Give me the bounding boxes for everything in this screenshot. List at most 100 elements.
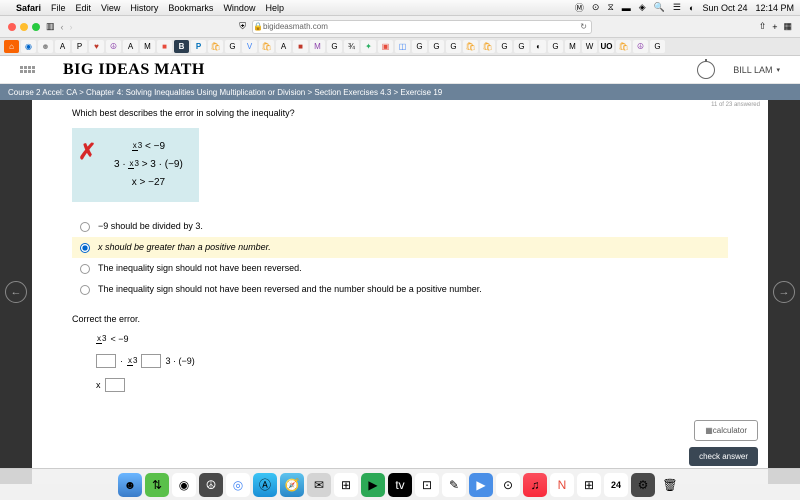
tab-icon[interactable]: G [548,40,563,53]
control-icon[interactable]: ☰ [673,2,681,13]
dock-icon[interactable]: ⊡ [415,473,439,497]
address-bar[interactable]: 🔒 bigideasmath.com ↻ [252,20,592,34]
tab-icon[interactable]: ◉ [21,40,36,53]
check-answer-button[interactable]: check answer [689,447,758,466]
dock-icon[interactable]: ☮ [199,473,223,497]
maximize-window[interactable] [32,23,40,31]
tab-icon[interactable]: G [327,40,342,53]
minimize-window[interactable] [20,23,28,31]
dock-icon[interactable]: ⊙ [496,473,520,497]
tab-icon[interactable]: ¾ [344,40,359,53]
tab-icon-active[interactable]: B [174,40,189,53]
new-tab-icon[interactable]: + [772,22,777,32]
menubar-date[interactable]: Sun Oct 24 [702,3,747,13]
tab-icon[interactable]: 🛍 [616,40,631,53]
reload-icon[interactable]: ↻ [580,22,591,31]
tab-icon[interactable]: P [191,40,206,53]
forward-button[interactable]: › [70,22,73,32]
share-icon[interactable]: ⇧ [759,21,767,32]
menu-help[interactable]: Help [265,3,284,13]
tab-icon[interactable]: A [123,40,138,53]
tab-icon[interactable]: M [140,40,155,53]
prev-button[interactable]: ← [5,281,27,303]
app-name[interactable]: Safari [16,3,41,13]
tab-icon[interactable]: A [55,40,70,53]
back-button[interactable]: ‹ [61,22,64,32]
tab-icon[interactable]: A [276,40,291,53]
news-icon[interactable]: N [550,473,574,497]
tab-icon[interactable]: V [242,40,257,53]
answer-input[interactable] [105,378,125,392]
dock-icon[interactable]: ⇅ [145,473,169,497]
option-c[interactable]: The inequality sign should not have been… [72,258,728,279]
tab-icon[interactable]: G [446,40,461,53]
chrome-icon[interactable]: ◎ [226,473,250,497]
tab-icon[interactable]: G [225,40,240,53]
menu-window[interactable]: Window [223,3,255,13]
tab-icon[interactable]: W [582,40,597,53]
settings-icon[interactable]: ⚙ [631,473,655,497]
next-button[interactable]: → [773,281,795,303]
dock-icon[interactable]: ◉ [172,473,196,497]
answer-input[interactable] [141,354,161,368]
tab-icon[interactable]: ☮ [106,40,121,53]
tab-icon[interactable]: G [429,40,444,53]
tab-icon[interactable]: M [565,40,580,53]
sidebar-icon[interactable]: ▥ [46,21,55,32]
dock-icon[interactable]: ✉ [307,473,331,497]
tab-icon[interactable]: 🛍 [480,40,495,53]
tabs-icon[interactable]: ▦ [784,21,793,32]
tab-icon[interactable]: 🛍 [259,40,274,53]
apps-icon[interactable] [20,66,35,73]
siri-icon[interactable]: ◐ [689,3,694,13]
tab-icon[interactable]: G [497,40,512,53]
option-d[interactable]: The inequality sign should not have been… [72,279,728,300]
tab-icon[interactable]: ■ [157,40,172,53]
tab-icon[interactable]: ◫ [395,40,410,53]
facetime-icon[interactable]: ▶ [361,473,385,497]
calculator-button[interactable]: ▦calculator [694,420,758,441]
option-a[interactable]: −9 should be divided by 3. [72,216,728,237]
menu-view[interactable]: View [101,3,120,13]
dock-icon[interactable]: ⊞ [334,473,358,497]
tab-icon[interactable]: ☮ [633,40,648,53]
user-menu[interactable]: BILL LAM ▾ [733,65,780,75]
brand-logo[interactable]: BIG IDEAS MATH [63,61,205,79]
tab-icon[interactable]: ◐ [531,40,546,53]
calendar-icon[interactable]: 24 [604,473,628,497]
menu-bookmarks[interactable]: Bookmarks [168,3,213,13]
timer-icon[interactable] [697,61,715,79]
dock-icon[interactable]: ⊞ [577,473,601,497]
dock-icon[interactable]: ✎ [442,473,466,497]
trash-icon[interactable]: 🗑 [658,473,682,497]
answer-input[interactable] [96,354,116,368]
close-window[interactable] [8,23,16,31]
tab-icon[interactable]: ☻ [38,40,53,53]
music-icon[interactable]: ♫ [523,473,547,497]
tab-icon[interactable]: P [72,40,87,53]
app-store-icon[interactable]: Ⓐ [253,473,277,497]
tab-icon[interactable]: G [412,40,427,53]
menu-edit[interactable]: Edit [76,3,92,13]
tab-icon[interactable]: 🛍 [463,40,478,53]
tab-icon[interactable]: UO [599,40,614,53]
tab-icon[interactable]: ♥ [89,40,104,53]
finder-icon[interactable]: ☻ [118,473,142,497]
menu-history[interactable]: History [130,3,158,13]
tab-icon[interactable]: G [514,40,529,53]
shield-icon[interactable]: ⛨ [239,21,246,32]
zoom-icon[interactable]: ▶ [469,473,493,497]
safari-icon[interactable]: 🧭 [280,473,304,497]
tab-icon[interactable]: 🛍 [208,40,223,53]
option-b[interactable]: x should be greater than a positive numb… [72,237,728,258]
menubar-time[interactable]: 12:14 PM [755,3,794,13]
tab-icon[interactable]: ■ [293,40,308,53]
search-icon[interactable]: 🔍 [654,2,665,13]
tab-icon[interactable]: G [650,40,665,53]
tab-icon[interactable]: ✦ [361,40,376,53]
tab-icon[interactable]: M [310,40,325,53]
tab-icon[interactable]: ⌂ [4,40,19,53]
breadcrumb[interactable]: Course 2 Accel: CA > Chapter 4: Solving … [0,84,800,100]
menu-file[interactable]: File [51,3,66,13]
tab-icon[interactable]: ▣ [378,40,393,53]
